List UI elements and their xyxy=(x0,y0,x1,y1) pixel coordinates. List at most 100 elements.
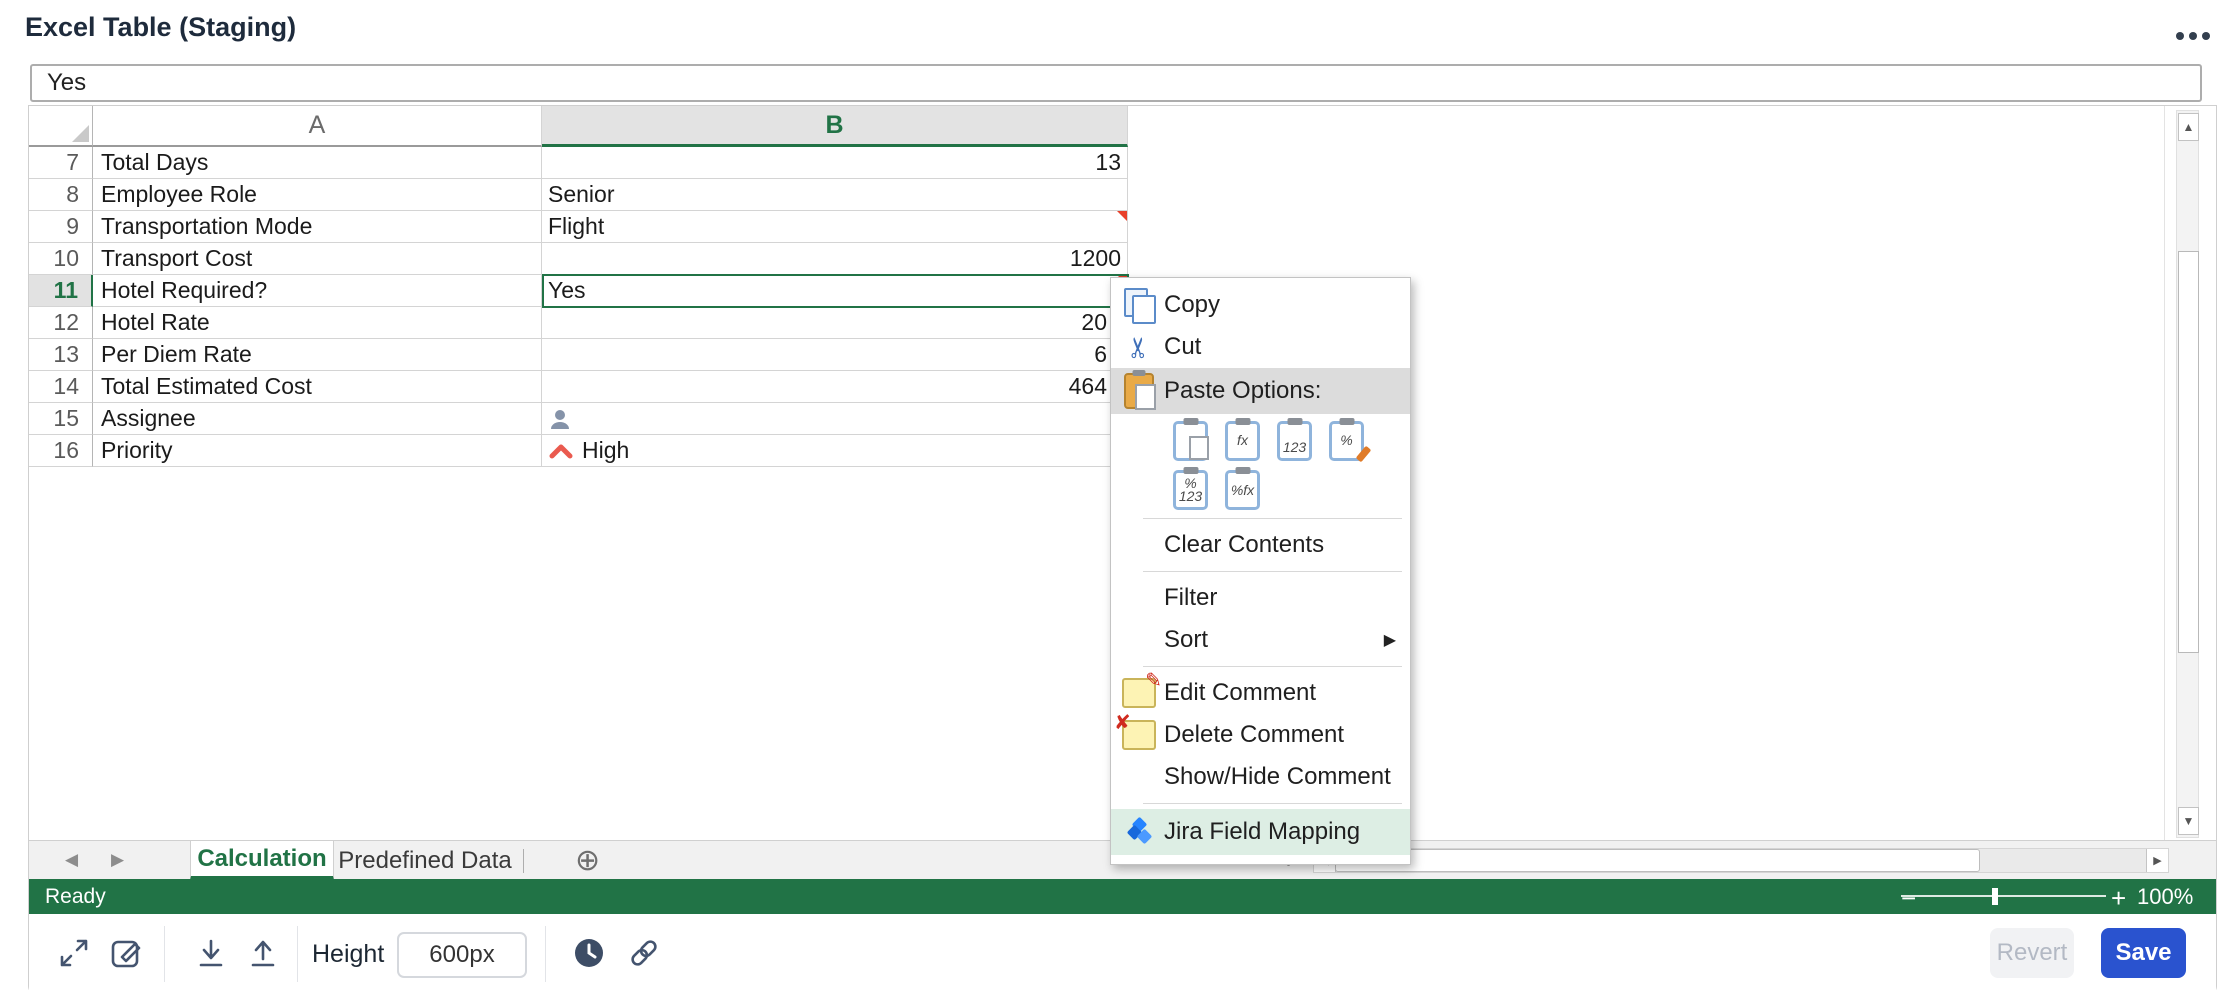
vertical-scrollbar[interactable]: ▲ ▼ xyxy=(2176,110,2199,838)
cell-b10[interactable]: 1200 xyxy=(542,243,1128,275)
menu-item-filter[interactable]: Filter xyxy=(1111,577,1410,619)
cell-b7[interactable]: 13 xyxy=(542,147,1128,179)
more-options-icon[interactable] xyxy=(2176,32,2210,42)
paste-options-row: %123 %fx xyxy=(1111,467,1410,513)
zoom-in-icon[interactable]: + xyxy=(2111,883,2126,914)
menu-item-paste-options[interactable]: Paste Options: xyxy=(1111,368,1410,414)
zoom-slider[interactable] xyxy=(1901,895,2106,897)
row-header-15[interactable]: 15 xyxy=(29,403,93,435)
menu-item-clear-contents[interactable]: Clear Contents xyxy=(1111,524,1410,566)
row-header-16[interactable]: 16 xyxy=(29,435,93,467)
menu-item-label: Paste Options: xyxy=(1164,377,1321,405)
cell-b16[interactable]: High xyxy=(542,435,1128,467)
zoom-out-icon[interactable]: − xyxy=(1901,883,1916,914)
menu-item-label: Filter xyxy=(1164,584,1217,612)
menu-item-copy[interactable]: Copy xyxy=(1111,284,1410,326)
row-header-12[interactable]: 12 xyxy=(29,307,93,339)
table-row: 9Transportation ModeFlight xyxy=(29,211,1128,243)
cell-b8[interactable]: Senior xyxy=(542,179,1128,211)
link-icon[interactable] xyxy=(626,935,662,971)
table-row: 10Transport Cost1200 xyxy=(29,243,1128,275)
table-row: 16PriorityHigh xyxy=(29,435,1128,467)
zoom-slider-handle[interactable] xyxy=(1992,888,1998,905)
column-header-b[interactable]: B xyxy=(542,106,1128,147)
menu-separator xyxy=(1143,803,1402,804)
revert-button[interactable]: Revert xyxy=(1990,928,2074,978)
scroll-right-icon[interactable]: ▶ xyxy=(2146,849,2168,872)
height-input[interactable]: 600px xyxy=(397,932,527,978)
menu-item-label: Copy xyxy=(1164,291,1220,319)
cell-b12[interactable]: 20 xyxy=(542,307,1128,339)
column-header-a[interactable]: A xyxy=(93,106,542,147)
sheet-nav-right-icon[interactable]: ▶ xyxy=(111,850,124,870)
cell-a15[interactable]: Assignee xyxy=(93,403,542,435)
cell-a13[interactable]: Per Diem Rate xyxy=(93,339,542,371)
select-all-corner[interactable] xyxy=(29,106,93,147)
paste-formulas-icon[interactable]: fx xyxy=(1225,421,1260,461)
toolbar-divider xyxy=(545,926,546,982)
cell-a12[interactable]: Hotel Rate xyxy=(93,307,542,339)
cell-a14[interactable]: Total Estimated Cost xyxy=(93,371,542,403)
height-label: Height xyxy=(312,940,384,969)
cell-a8[interactable]: Employee Role xyxy=(93,179,542,211)
submenu-arrow-icon: ▶ xyxy=(1384,630,1396,650)
context-menu: Copy ✂Cut Paste Options: fx 123% %123 %fx Clear… xyxy=(1110,277,1411,865)
cell-b15[interactable] xyxy=(542,403,1128,435)
cell-value: Yes xyxy=(548,277,586,304)
menu-item-edit-comment[interactable]: ✎Edit Comment xyxy=(1111,672,1410,714)
menu-item-delete-comment[interactable]: ✘Delete Comment xyxy=(1111,714,1410,756)
paste-values-number-formatting-icon[interactable]: %123 xyxy=(1173,470,1208,510)
cell-a7[interactable]: Total Days xyxy=(93,147,542,179)
table-row: 14Total Estimated Cost464 xyxy=(29,371,1128,403)
formula-bar-input[interactable]: Yes xyxy=(30,64,2202,102)
row-header-7[interactable]: 7 xyxy=(29,147,93,179)
vertical-scroll-thumb[interactable] xyxy=(2178,251,2199,653)
paste-icon xyxy=(1121,373,1157,409)
horizontal-scrollbar[interactable]: ◀ ▶ xyxy=(1313,848,2169,873)
paste-formatting-icon[interactable]: % xyxy=(1329,421,1364,461)
row-header-11[interactable]: 11 xyxy=(29,275,93,307)
scroll-up-icon[interactable]: ▲ xyxy=(2178,113,2199,141)
cell-a11[interactable]: Hotel Required? xyxy=(93,275,542,307)
cell-value: 20 xyxy=(1081,309,1107,336)
cell-b11[interactable]: Yes xyxy=(542,275,1128,307)
menu-item-label: Jira Field Mapping xyxy=(1164,818,1360,846)
horizontal-scroll-thumb[interactable] xyxy=(1335,849,1980,872)
row-header-10[interactable]: 10 xyxy=(29,243,93,275)
upload-icon[interactable] xyxy=(245,935,281,971)
menu-item-label: Edit Comment xyxy=(1164,679,1316,707)
cell-a16[interactable]: Priority xyxy=(93,435,542,467)
edit-comment-icon: ✎ xyxy=(1121,675,1157,711)
menu-item-label: Delete Comment xyxy=(1164,721,1344,749)
menu-item-show-hide-comment[interactable]: Show/Hide Comment xyxy=(1111,756,1410,798)
menu-item-label: Sort xyxy=(1164,626,1208,654)
paste-formulas-number-formatting-icon[interactable]: %fx xyxy=(1225,470,1260,510)
sheet-nav-left-icon[interactable]: ◀ xyxy=(65,850,78,870)
add-sheet-icon[interactable]: ⊕ xyxy=(575,843,600,878)
edit-icon[interactable] xyxy=(108,935,144,971)
zoom-percentage[interactable]: 100% xyxy=(2137,884,2193,910)
paste-icon[interactable] xyxy=(1173,421,1208,461)
expand-icon[interactable] xyxy=(56,935,92,971)
save-button[interactable]: Save xyxy=(2101,928,2186,978)
cell-b13[interactable]: 6 xyxy=(542,339,1128,371)
download-icon[interactable] xyxy=(193,935,229,971)
cell-b14[interactable]: 464 xyxy=(542,371,1128,403)
cell-a9[interactable]: Transportation Mode xyxy=(93,211,542,243)
tab-predefined-data[interactable]: Predefined Data xyxy=(335,841,515,880)
row-header-14[interactable]: 14 xyxy=(29,371,93,403)
paste-values-icon[interactable]: 123 xyxy=(1277,421,1312,461)
history-clock-icon[interactable] xyxy=(571,935,607,971)
menu-separator xyxy=(1143,666,1402,667)
tab-calculation[interactable]: Calculation xyxy=(190,841,334,880)
menu-item-sort[interactable]: Sort ▶ xyxy=(1111,619,1410,661)
row-header-9[interactable]: 9 xyxy=(29,211,93,243)
scroll-down-icon[interactable]: ▼ xyxy=(2178,807,2199,835)
cell-a10[interactable]: Transport Cost xyxy=(93,243,542,275)
menu-item-jira-field-mapping[interactable]: Jira Field Mapping xyxy=(1111,809,1410,855)
toolbar-divider xyxy=(164,926,165,982)
row-header-13[interactable]: 13 xyxy=(29,339,93,371)
cell-b9[interactable]: Flight xyxy=(542,211,1128,243)
row-header-8[interactable]: 8 xyxy=(29,179,93,211)
menu-item-cut[interactable]: ✂Cut xyxy=(1111,326,1410,368)
